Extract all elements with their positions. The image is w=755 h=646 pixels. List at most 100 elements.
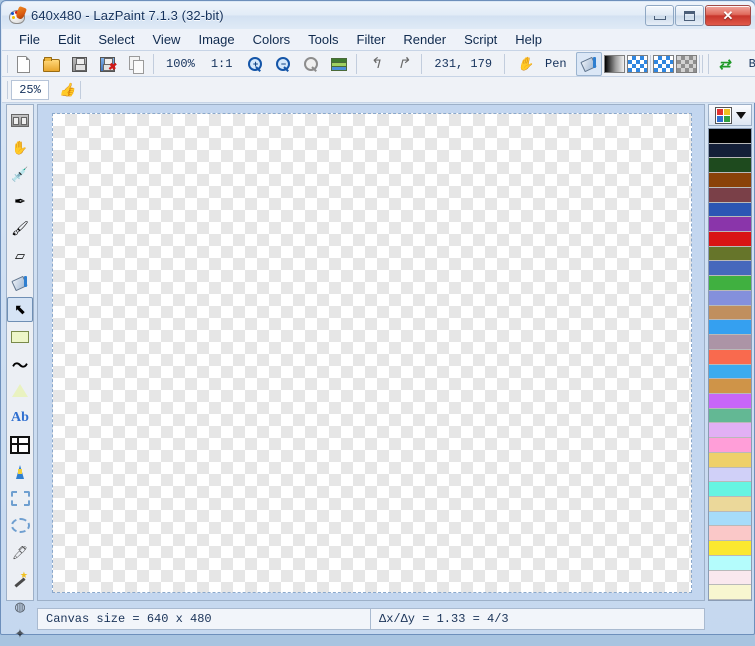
chevron-down-icon[interactable] [735,111,746,119]
color-swatch[interactable] [709,290,751,306]
color-swatch[interactable] [709,158,751,174]
color-swatch[interactable] [709,438,751,453]
color-swatch[interactable] [709,129,751,144]
redo-button[interactable]: ↱ [390,52,416,76]
color-swatch[interactable] [709,320,751,336]
tool-paint-bucket[interactable] [7,270,33,295]
color-swatch[interactable] [709,423,751,439]
canvas-work-area[interactable] [37,104,705,601]
color-swatch[interactable] [709,541,751,556]
status-delta-ratio: Δx/Δy = 1.33 = 4/3 [371,608,705,630]
menu-image[interactable]: Image [189,30,243,49]
tool-polyline[interactable]: 〜 [7,351,33,376]
color-swatch[interactable] [709,379,751,394]
tool-select-pointer[interactable]: ⬉ [7,297,33,322]
color-swatch[interactable] [709,467,751,483]
zoom-in-icon: + [245,55,263,73]
color-swatch[interactable] [709,526,751,542]
menu-help[interactable]: Help [506,30,551,49]
color-swatch[interactable] [709,570,751,586]
color-swatch[interactable] [709,232,751,247]
color-swatch[interactable] [709,143,751,159]
image-canvas[interactable] [52,113,692,593]
color-swatch[interactable] [709,393,751,409]
zoom-ratio-label: 1:1 [210,56,233,71]
tool-select-transform[interactable]: ◍ [7,594,33,619]
tool-hand[interactable]: ✋ [7,135,33,160]
color-swatch[interactable] [709,173,751,188]
pen-gray-texture-swatch[interactable] [675,54,697,73]
tool-select-ellipse[interactable] [7,513,33,538]
color-swatch[interactable] [709,452,751,468]
menu-tools[interactable]: Tools [299,30,347,49]
color-swatch[interactable] [709,276,751,291]
color-swatch[interactable] [709,482,751,497]
zoom-fit-button[interactable] [297,52,323,76]
pen-checker-swatch[interactable] [626,54,648,73]
menu-view[interactable]: View [144,30,190,49]
maximize-button[interactable] [675,5,704,26]
color-swatch-list[interactable] [708,128,752,601]
zoom-percent-value: 25% [19,82,41,97]
color-swatch[interactable] [709,408,751,424]
new-file-button[interactable] [10,52,36,76]
minimize-button[interactable] [645,5,674,26]
tool-color-picker[interactable]: 💉 [7,162,33,187]
color-swatch[interactable] [709,217,751,233]
hand-tool-button[interactable]: ✋ [510,52,536,76]
tool-select-rectangle[interactable] [7,486,33,511]
color-swatch[interactable] [709,187,751,203]
color-swatch[interactable] [709,335,751,350]
menu-edit[interactable]: Edit [49,30,89,49]
menu-select[interactable]: Select [89,30,143,49]
color-swatch[interactable] [709,261,751,277]
zoom-percent-field[interactable]: 25% [11,79,49,100]
tool-select-pen[interactable]: 🖊 [7,540,33,565]
close-button[interactable]: ✕ [705,5,751,26]
magic-wand-icon [13,570,28,587]
menu-script[interactable]: Script [455,30,506,49]
tool-move-stretch[interactable] [7,108,33,133]
tool-magic-wand[interactable] [7,567,33,592]
pen-texture-swatch[interactable] [652,54,674,73]
color-swatch[interactable] [709,511,751,527]
tool-brush[interactable]: 🖌 [7,216,33,241]
tool-pen[interactable]: ✒ [7,189,33,214]
menu-colors[interactable]: Colors [244,30,300,49]
new-file-icon [14,55,32,73]
open-file-button[interactable] [38,52,64,76]
move-stretch-icon [11,114,29,127]
tool-text[interactable]: Ab [7,405,33,430]
undo-button[interactable]: ↰ [362,52,388,76]
color-swatch[interactable] [709,305,751,321]
menu-render[interactable]: Render [394,30,455,49]
brush-icon: 🖌 [11,220,29,236]
layers-button[interactable] [325,52,351,76]
save-as-icon: ✖ [98,55,116,73]
tool-spline-grid[interactable] [7,432,33,457]
menu-filter[interactable]: Filter [348,30,395,49]
tool-select-magic[interactable]: ✦ [7,621,33,646]
color-swatch[interactable] [709,202,751,218]
color-swatch[interactable] [709,364,751,380]
thumbs-up-button[interactable]: 👍 [52,78,78,102]
color-swatch[interactable] [709,585,751,600]
swap-colors-button[interactable]: ⇄ [714,52,740,76]
color-swatch[interactable] [709,555,751,571]
zoom-in-button[interactable]: + [241,52,267,76]
menu-file[interactable]: File [10,30,49,49]
save-as-button[interactable]: ✖ [94,52,120,76]
color-swatch[interactable] [709,349,751,365]
tool-rectangle[interactable] [7,324,33,349]
color-swatch[interactable] [709,496,751,512]
tool-gradient-perspective[interactable] [7,459,33,484]
copy-button[interactable] [122,52,148,76]
save-button[interactable] [66,52,92,76]
color-swatch[interactable] [709,246,751,262]
tool-polygon[interactable] [7,378,33,403]
pen-gradient-swatch[interactable] [603,54,625,73]
zoom-out-button[interactable]: − [269,52,295,76]
palette-header[interactable] [708,104,752,126]
tool-eraser[interactable]: ▱ [7,243,33,268]
pen-fill-button[interactable] [575,51,602,76]
